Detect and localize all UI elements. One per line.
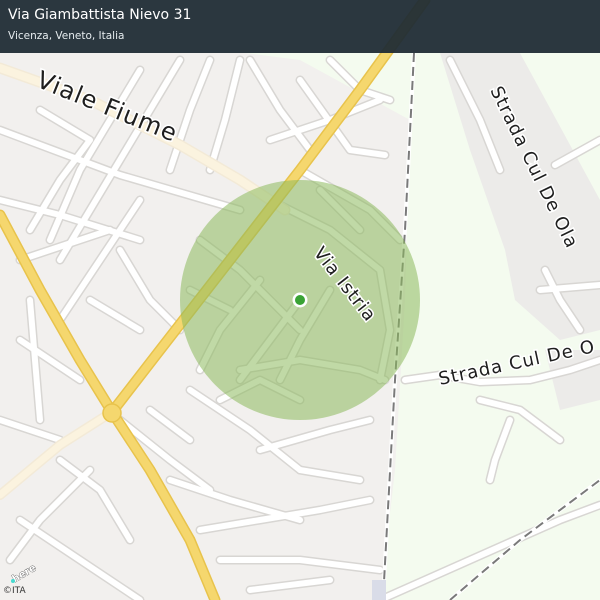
address-title: Via Giambattista Nievo 31 xyxy=(8,7,192,23)
address-subtitle: Vicenza, Veneto, Italia xyxy=(8,30,125,42)
water-patch xyxy=(372,580,386,600)
location-header: Via Giambattista Nievo 31 Vicenza, Venet… xyxy=(0,0,600,53)
map-canvas[interactable]: Viale Fiume Via Istria Strada Cul De Ola… xyxy=(0,0,600,600)
here-logo-icon: here xyxy=(10,562,36,584)
copyright-text: ©ITA xyxy=(3,586,26,596)
location-marker[interactable] xyxy=(292,292,308,308)
label-viale-fiume: Viale Fiume xyxy=(33,66,182,148)
